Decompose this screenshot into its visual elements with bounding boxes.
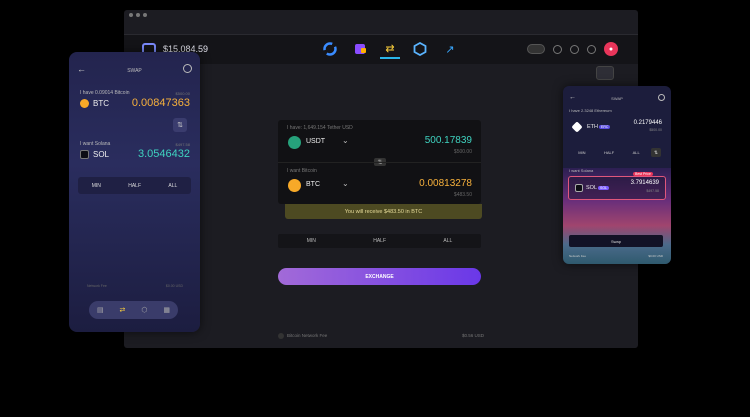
network-fee: Network Fee $0.00 USD: [87, 284, 183, 288]
have-label: I have 0.09014 Bitcoin: [80, 90, 130, 96]
erc-badge: ERC: [599, 125, 611, 129]
all-button[interactable]: ALL: [443, 238, 452, 244]
settings-icon[interactable]: ▦: [163, 306, 170, 314]
percent-selector: MIN HALF ALL: [569, 146, 649, 158]
fee-value: $0.00 USD: [648, 254, 663, 258]
screen-title: SWAP: [611, 96, 623, 101]
bottom-nav: ▤ ⇄ ⬡ ▦: [89, 301, 178, 319]
solana-coin-icon: [575, 184, 583, 192]
exchange-icon[interactable]: ⇄: [380, 39, 400, 59]
send-ticker: USDT: [306, 138, 326, 145]
want-label: I want Solana: [569, 168, 594, 173]
apps-icon[interactable]: ⬡: [141, 306, 147, 314]
want-amount[interactable]: 3.0546432: [138, 148, 190, 160]
fee-label: Network Fee: [569, 254, 587, 258]
want-ticker[interactable]: SOL: [93, 150, 109, 159]
half-button[interactable]: HALF: [373, 238, 386, 244]
fee-value: $0.00 USD: [165, 284, 183, 288]
send-label: I have: 1,649.154 Tether USD: [287, 125, 353, 131]
want-fiat: $497.58: [646, 189, 659, 193]
chevron-down-icon[interactable]: ⌄: [342, 136, 349, 145]
min-button[interactable]: MIN: [578, 150, 585, 155]
want-ticker: SOL: [586, 185, 598, 191]
info-icon[interactable]: [278, 333, 284, 339]
settings-icon[interactable]: [658, 94, 665, 101]
wallet-icon[interactable]: ▤: [97, 306, 104, 314]
receive-ticker: BTC: [306, 181, 320, 188]
have-amount[interactable]: 0.00847363: [132, 97, 190, 109]
all-button[interactable]: ALL: [633, 150, 640, 155]
network-fee: Network Fee $0.00 USD: [569, 254, 663, 258]
chevron-down-icon[interactable]: ⌄: [342, 179, 349, 188]
fee-label: Bitcoin Network Fee: [287, 333, 328, 339]
exchange-card: I have: 1,649.154 Tether USD USDT ⌄ 500.…: [278, 120, 481, 204]
send-row[interactable]: I have: 1,649.154 Tether USD USDT ⌄ 500.…: [278, 120, 481, 162]
top-right-controls: ●: [527, 42, 618, 56]
fee-label: Network Fee: [87, 284, 107, 288]
have-fiat: $500.00: [175, 91, 190, 96]
privacy-toggle[interactable]: [527, 44, 545, 54]
chart-icon[interactable]: ↗: [440, 39, 460, 59]
swap-button[interactable]: Swap: [569, 235, 663, 247]
history-icon[interactable]: [553, 44, 562, 54]
want-label: I want Solana: [80, 141, 111, 147]
swap-direction-icon[interactable]: ⇅: [173, 118, 187, 132]
network-fee: Bitcoin Network Fee $0.56 USD: [278, 333, 484, 339]
mobile-swap-right: ← SWAP I have 2.3248 Ethereum ETH ERC 0.…: [563, 86, 671, 264]
window-controls[interactable]: [129, 13, 147, 17]
ethereum-coin-icon: [571, 121, 583, 133]
receive-note: You will receive $483.50 in BTC: [285, 204, 482, 219]
want-row[interactable]: SOL SOL 3.7914639 $497.58: [568, 176, 666, 200]
have-label: I have 2.3248 Ethereum: [569, 108, 612, 113]
receive-label: I want Bitcoin: [287, 168, 317, 174]
mobile-swap-left: ← SWAP I have 0.09014 Bitcoin $500.00 BT…: [69, 52, 200, 332]
want-fiat: $497.58: [175, 142, 190, 147]
bitcoin-coin-icon: [80, 99, 89, 108]
send-fiat: $500.00: [453, 149, 472, 155]
send-amount[interactable]: 500.17839: [425, 135, 472, 146]
calculator-icon[interactable]: [596, 66, 614, 80]
tether-coin-icon: [288, 136, 301, 149]
sol-badge: SOL: [598, 186, 610, 190]
receive-amount[interactable]: 0.00813278: [419, 178, 472, 189]
exchange-button[interactable]: EXCHANGE: [278, 268, 481, 285]
portfolio-icon[interactable]: [320, 39, 340, 59]
min-button[interactable]: MIN: [92, 183, 101, 189]
have-amount[interactable]: 0.2179446: [634, 120, 662, 126]
all-button[interactable]: ALL: [168, 183, 177, 189]
profile-avatar[interactable]: ●: [604, 42, 618, 56]
want-amount[interactable]: 3.7914639: [631, 180, 659, 186]
have-ticker[interactable]: BTC: [93, 99, 109, 108]
solana-coin-icon: [80, 150, 89, 159]
history-icon[interactable]: [183, 64, 192, 73]
percent-selector: MIN HALF ALL: [278, 234, 481, 248]
have-ticker[interactable]: ETH: [587, 124, 598, 130]
swap-direction-icon[interactable]: ⇅: [651, 148, 661, 157]
min-button[interactable]: MIN: [307, 238, 316, 244]
screen-title: SWAP: [127, 68, 142, 74]
lock-icon[interactable]: [570, 44, 579, 54]
apps-icon[interactable]: [410, 39, 430, 59]
receive-fiat: $483.50: [453, 192, 472, 198]
half-button[interactable]: HALF: [604, 150, 614, 155]
half-button[interactable]: HALF: [128, 183, 141, 189]
top-bar: $15,084.59 ⇄ ↗ ●: [124, 34, 638, 64]
exchange-icon[interactable]: ⇄: [120, 306, 126, 314]
receive-row[interactable]: I want Bitcoin BTC ⌄ 0.00813278 $483.50: [278, 162, 481, 204]
fee-value: $0.56 USD: [461, 333, 484, 338]
desktop-window: $15,084.59 ⇄ ↗ ● I have: 1,649.154 Tethe…: [124, 10, 638, 348]
bitcoin-coin-icon: [288, 179, 301, 192]
main-nav: ⇄ ↗: [320, 39, 460, 59]
screen-root: $15,084.59 ⇄ ↗ ● I have: 1,649.154 Tethe…: [0, 0, 750, 417]
percent-selector: MIN HALF ALL: [78, 177, 191, 194]
have-fiat: $500.00: [649, 128, 662, 132]
wallet-icon[interactable]: [350, 39, 370, 59]
settings-icon[interactable]: [587, 44, 596, 54]
